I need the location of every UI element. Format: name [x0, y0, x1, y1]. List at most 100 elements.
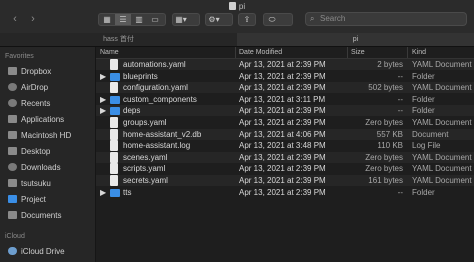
- table-row[interactable]: configuration.yaml Apr 13, 2021 at 2:39 P…: [96, 82, 474, 94]
- disclosure-triangle-icon[interactable]: ▶: [100, 105, 106, 116]
- file-date: Apr 13, 2021 at 2:39 PM: [239, 152, 326, 162]
- table-row[interactable]: ▶ custom_components Apr 13, 2021 at 3:11 P…: [96, 94, 474, 105]
- file-date: Apr 13, 2021 at 2:39 PM: [239, 187, 326, 197]
- folder-title-icon: [228, 2, 236, 10]
- group-icon: ▦▾: [175, 15, 187, 24]
- document-icon: [110, 117, 118, 128]
- window-title: pi: [0, 2, 474, 11]
- sidebar-item-project[interactable]: Project: [8, 194, 46, 206]
- column-separator[interactable]: [235, 47, 236, 58]
- tag-icon: ⬭: [268, 15, 276, 24]
- document-icon: [110, 140, 118, 152]
- file-name: groups.yaml: [123, 118, 167, 127]
- column-size[interactable]: Size: [351, 47, 365, 58]
- file-kind: Folder: [412, 71, 435, 81]
- file-kind: Log File: [412, 141, 441, 151]
- file-date: Apr 13, 2021 at 2:39 PM: [239, 164, 326, 174]
- file-list: Name Date Modified Size Kind automations…: [96, 47, 474, 262]
- column-separator[interactable]: [407, 47, 408, 58]
- table-row[interactable]: groups.yaml Apr 13, 2021 at 2:39 PM Zero b…: [96, 117, 474, 128]
- sidebar-item-dropbox[interactable]: Dropbox: [8, 66, 51, 78]
- file-size: 161 bytes: [368, 176, 403, 185]
- action-button[interactable]: ⚙▾: [205, 13, 233, 26]
- sidebar-item-icloud-drive[interactable]: iCloud Drive: [8, 246, 65, 258]
- column-kind[interactable]: Kind: [412, 47, 426, 58]
- table-row[interactable]: home-assistant_v2.db Apr 13, 2021 at 4:06…: [96, 128, 474, 140]
- file-kind: YAML Document: [412, 83, 472, 93]
- scrollbar[interactable]: [468, 47, 474, 262]
- forward-button[interactable]: ›: [26, 13, 40, 25]
- file-name: automations.yaml: [123, 60, 186, 69]
- document-icon: [110, 128, 118, 140]
- file-name: deps: [123, 106, 141, 116]
- sidebar-item-downloads[interactable]: Downloads: [8, 162, 61, 174]
- table-row[interactable]: automations.yaml Apr 13, 2021 at 2:39 PM 2…: [96, 59, 474, 70]
- icloud-header: iCloud: [5, 233, 25, 240]
- file-kind: YAML Document: [412, 176, 472, 185]
- sidebar-item-tsutsuku[interactable]: tsutsuku: [8, 178, 51, 190]
- sidebar-item-label: tsutsuku: [21, 179, 51, 188]
- search-input[interactable]: ⌕ Search: [305, 12, 467, 26]
- sidebar-item-label: Desktop: [21, 147, 51, 156]
- list-view-icon[interactable]: ☰: [115, 14, 131, 25]
- search-placeholder: Search: [320, 14, 346, 23]
- file-date: Apr 13, 2021 at 4:06 PM: [239, 129, 326, 139]
- table-row[interactable]: ▶ tts Apr 13, 2021 at 2:39 PM -- Folder: [96, 187, 474, 198]
- sidebar-item-documents[interactable]: Documents: [8, 210, 61, 222]
- tag-button[interactable]: ⬭: [263, 13, 293, 26]
- table-row[interactable]: scenes.yaml Apr 13, 2021 at 2:39 PM Zero b…: [96, 151, 474, 163]
- column-view-icon[interactable]: ▥: [131, 14, 147, 25]
- file-size: --: [397, 187, 403, 197]
- icon-view-icon[interactable]: ▦: [99, 14, 115, 25]
- sidebar-item-macintosh-hd[interactable]: Macintosh HD: [8, 130, 71, 142]
- disclosure-triangle-icon[interactable]: ▶: [100, 187, 106, 198]
- sidebar-item-label: Downloads: [21, 163, 61, 172]
- sidebar-item-label: Project: [21, 195, 46, 204]
- file-name: home-assistant_v2.db: [123, 129, 202, 139]
- share-icon: ⇪: [243, 15, 251, 24]
- table-row[interactable]: secrets.yaml Apr 13, 2021 at 2:39 PM 161 b…: [96, 175, 474, 186]
- table-row[interactable]: ▶ deps Apr 13, 2021 at 2:39 PM -- Folder: [96, 105, 474, 117]
- gear-icon: ⚙▾: [208, 15, 220, 24]
- group-button[interactable]: ▦▾: [172, 13, 200, 26]
- file-size: --: [397, 71, 403, 81]
- sidebar-item-recents[interactable]: Recents: [8, 98, 50, 110]
- file-size: 557 KB: [376, 129, 403, 139]
- file-size: Zero bytes: [365, 164, 403, 174]
- column-header: Name Date Modified Size Kind: [96, 47, 474, 59]
- tab-pi[interactable]: pi: [237, 33, 474, 46]
- home-icon: [8, 179, 17, 187]
- icloud-icon: [8, 247, 17, 255]
- sidebar-item-airdrop[interactable]: AirDrop: [8, 82, 48, 94]
- tab-hass[interactable]: hass 首付: [0, 33, 237, 46]
- share-button[interactable]: ⇪: [238, 13, 256, 26]
- file-date: Apr 13, 2021 at 2:39 PM: [239, 106, 326, 116]
- table-row[interactable]: ▶ blueprints Apr 13, 2021 at 2:39 PM -- Fold…: [96, 71, 474, 82]
- disclosure-triangle-icon[interactable]: ▶: [100, 71, 106, 82]
- favorites-header: Favorites: [5, 53, 34, 60]
- back-button[interactable]: ‹: [8, 13, 22, 25]
- sidebar: Favorites Dropbox AirDrop Recents Applic…: [0, 47, 96, 262]
- table-row[interactable]: home-assistant.log Apr 13, 2021 at 3:48 P…: [96, 140, 474, 152]
- folder-icon: [110, 107, 120, 116]
- document-icon: [110, 175, 118, 186]
- sidebar-item-desktop[interactable]: Desktop: [8, 146, 50, 158]
- sidebar-item-label: iCloud Drive: [21, 247, 65, 256]
- file-name: scenes.yaml: [123, 152, 168, 162]
- gallery-view-icon[interactable]: ▭: [147, 14, 163, 25]
- folder-icon: [8, 195, 17, 203]
- column-date[interactable]: Date Modified: [239, 47, 282, 58]
- column-separator[interactable]: [347, 47, 348, 58]
- sidebar-item-applications[interactable]: Applications: [8, 114, 64, 126]
- sidebar-item-label: Applications: [21, 115, 65, 124]
- file-size: --: [397, 94, 403, 104]
- table-row[interactable]: scripts.yaml Apr 13, 2021 at 2:39 PM Zero …: [96, 163, 474, 175]
- column-name[interactable]: Name: [100, 47, 119, 58]
- disclosure-triangle-icon[interactable]: ▶: [100, 94, 106, 105]
- file-kind: Folder: [412, 94, 435, 104]
- file-name: tts: [123, 187, 132, 197]
- file-size: --: [397, 106, 403, 116]
- file-size: Zero bytes: [365, 152, 403, 162]
- view-mode-segment: ▦ ☰ ▥ ▭: [98, 13, 166, 26]
- file-size: 502 bytes: [368, 83, 403, 93]
